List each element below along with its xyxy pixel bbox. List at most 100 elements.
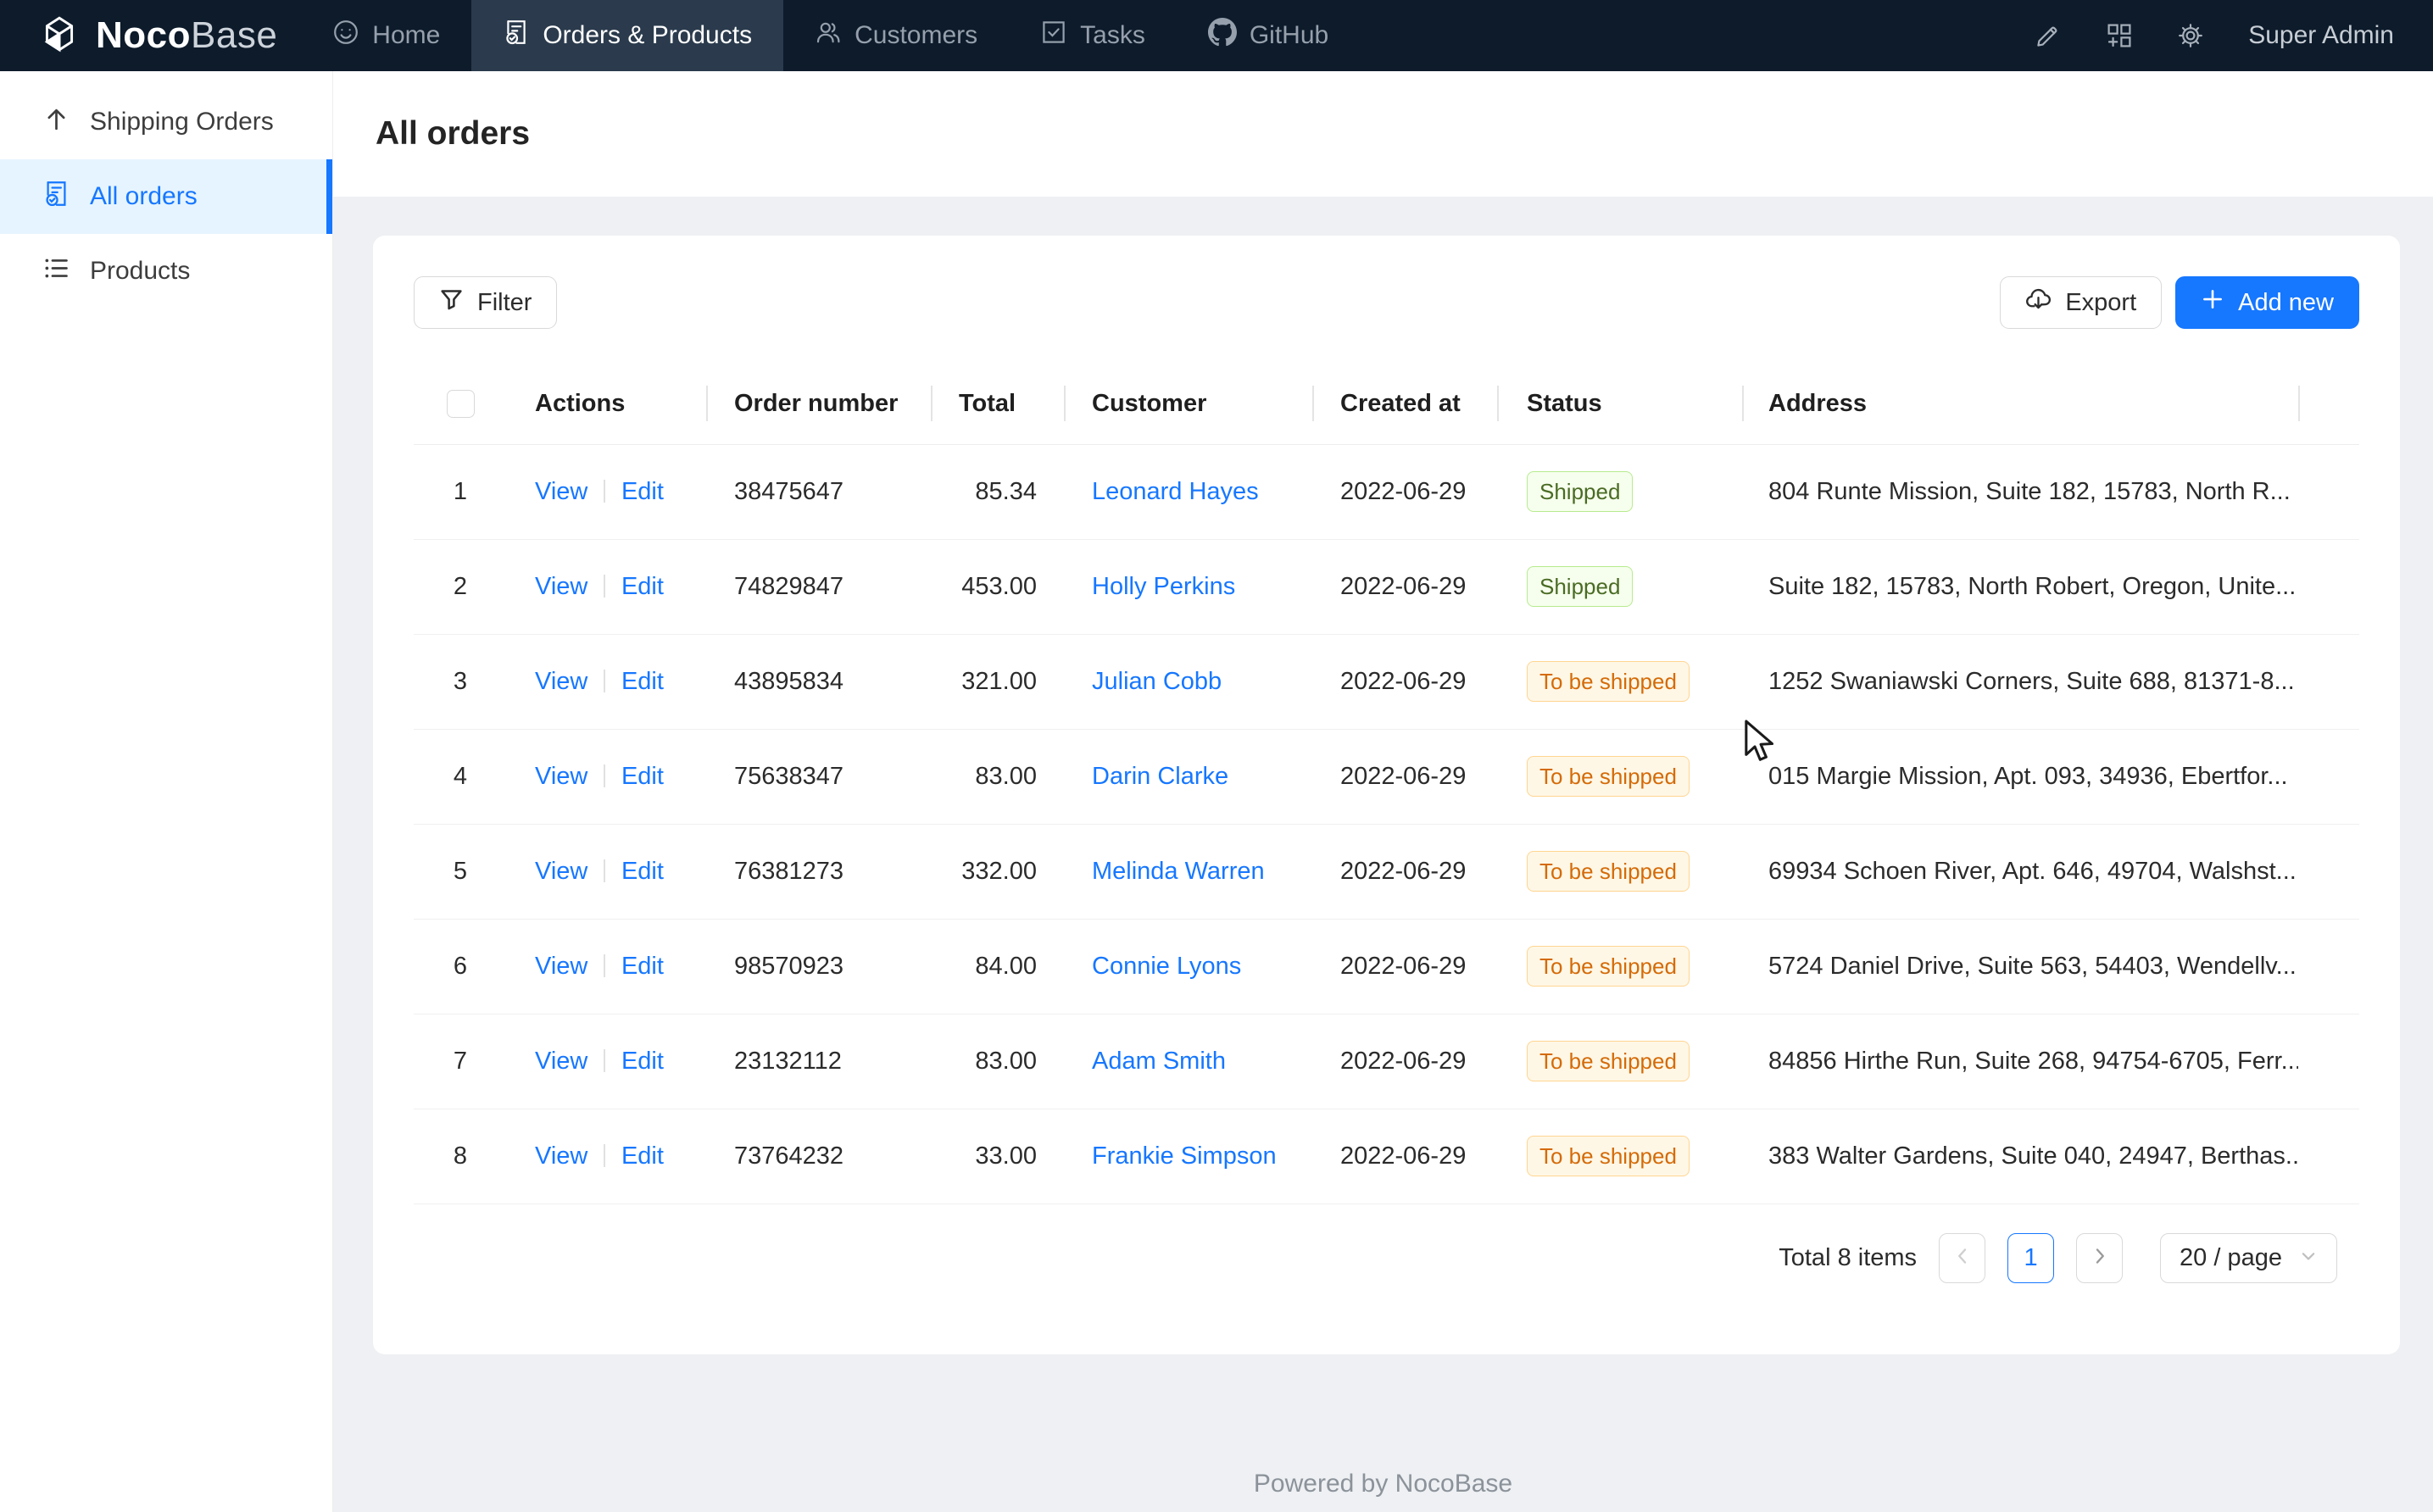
pagination-next-button[interactable] bbox=[2076, 1233, 2123, 1283]
order-number-cell: 98570923 bbox=[706, 919, 931, 1014]
appstore-add-icon[interactable] bbox=[2084, 0, 2155, 71]
customer-link[interactable]: Adam Smith bbox=[1092, 1048, 1226, 1075]
filler-cell bbox=[2298, 729, 2359, 824]
created-at-cell: 2022-06-29 bbox=[1312, 824, 1497, 919]
column-header-filler bbox=[2298, 364, 2359, 444]
edit-link[interactable]: Edit bbox=[621, 478, 664, 505]
nav-item-label: Home bbox=[372, 21, 440, 50]
orders-table: Actions Order number Total Customer Crea… bbox=[414, 364, 2359, 1204]
table-row: 4ViewEdit7563834783.00Darin Clarke2022-0… bbox=[414, 729, 2359, 824]
edit-link[interactable]: Edit bbox=[621, 668, 664, 695]
table-header-row: Actions Order number Total Customer Crea… bbox=[414, 364, 2359, 444]
export-button[interactable]: Export bbox=[2000, 276, 2162, 329]
team-icon bbox=[815, 19, 842, 53]
edit-link[interactable]: Edit bbox=[621, 1142, 664, 1170]
customer-link[interactable]: Frankie Simpson bbox=[1092, 1142, 1277, 1170]
edit-link[interactable]: Edit bbox=[621, 858, 664, 885]
order-number-cell: 75638347 bbox=[706, 729, 931, 824]
view-link[interactable]: View bbox=[535, 478, 587, 505]
top-nav: NocoBase Home Orders & Products bbox=[0, 0, 2433, 71]
gear-icon[interactable] bbox=[2155, 0, 2226, 71]
action-divider bbox=[604, 575, 605, 598]
actions-cell: View Edit bbox=[507, 919, 706, 1014]
highlighter-icon[interactable] bbox=[2013, 0, 2084, 71]
nav-item-home[interactable]: Home bbox=[301, 0, 471, 71]
powered-by-footer: Powered by NocoBase bbox=[333, 1470, 2433, 1498]
action-divider bbox=[604, 1049, 605, 1072]
filter-button[interactable]: Filter bbox=[414, 276, 557, 329]
view-link[interactable]: View bbox=[535, 573, 587, 600]
customer-link[interactable]: Melinda Warren bbox=[1092, 858, 1265, 885]
customer-cell: Connie Lyons bbox=[1064, 919, 1312, 1014]
view-link[interactable]: View bbox=[535, 668, 587, 695]
customer-cell: Frankie Simpson bbox=[1064, 1109, 1312, 1203]
sidebar-item-all-orders[interactable]: All orders bbox=[0, 159, 332, 234]
row-index: 4 bbox=[454, 763, 467, 790]
select-all-checkbox[interactable] bbox=[447, 390, 475, 418]
table-row: 6ViewEdit9857092384.00Connie Lyons2022-0… bbox=[414, 919, 2359, 1014]
order-number-cell: 76381273 bbox=[706, 824, 931, 919]
row-index: 5 bbox=[454, 858, 467, 885]
view-link[interactable]: View bbox=[535, 763, 587, 790]
customer-link[interactable]: Darin Clarke bbox=[1092, 763, 1228, 790]
table-row: 8ViewEdit7376423233.00Frankie Simpson202… bbox=[414, 1109, 2359, 1203]
address-cell: 015 Margie Mission, Apt. 093, 34936, Ebe… bbox=[1742, 729, 2298, 824]
nav-item-orders-products[interactable]: Orders & Products bbox=[471, 0, 783, 71]
user-menu[interactable]: Super Admin bbox=[2226, 21, 2394, 50]
nav-item-label: Tasks bbox=[1080, 21, 1145, 50]
total-cell: 33.00 bbox=[931, 1109, 1064, 1203]
nav-item-github[interactable]: GitHub bbox=[1177, 0, 1360, 71]
view-link[interactable]: View bbox=[535, 1142, 587, 1170]
nav-item-tasks[interactable]: Tasks bbox=[1009, 0, 1177, 71]
edit-link[interactable]: Edit bbox=[621, 763, 664, 790]
edit-link[interactable]: Edit bbox=[621, 573, 664, 600]
order-number-cell: 23132112 bbox=[706, 1014, 931, 1109]
column-header-customer: Customer bbox=[1064, 364, 1312, 444]
check-square-icon bbox=[1040, 19, 1067, 53]
customer-cell: Holly Perkins bbox=[1064, 539, 1312, 634]
row-index-cell: 2 bbox=[414, 539, 507, 634]
customer-link[interactable]: Holly Perkins bbox=[1092, 573, 1235, 600]
address-cell: 84856 Hirthe Run, Suite 268, 94754-6705,… bbox=[1742, 1014, 2298, 1109]
filler-cell bbox=[2298, 919, 2359, 1014]
sidebar-item-shipping-orders[interactable]: Shipping Orders bbox=[0, 85, 332, 159]
address-cell: 804 Runte Mission, Suite 182, 15783, Nor… bbox=[1742, 444, 2298, 539]
customer-link[interactable]: Julian Cobb bbox=[1092, 668, 1222, 695]
status-cell: To be shipped bbox=[1497, 634, 1742, 729]
created-at-cell: 2022-06-29 bbox=[1312, 539, 1497, 634]
customer-link[interactable]: Connie Lyons bbox=[1092, 953, 1241, 980]
column-header-order-number: Order number bbox=[706, 364, 931, 444]
content-area: Filter Export bbox=[333, 197, 2433, 1354]
sidebar-item-products[interactable]: Products bbox=[0, 234, 332, 309]
pagination-page-1[interactable]: 1 bbox=[2007, 1233, 2054, 1283]
edit-link[interactable]: Edit bbox=[621, 1048, 664, 1075]
created-at-cell: 2022-06-29 bbox=[1312, 1109, 1497, 1203]
filler-cell bbox=[2298, 824, 2359, 919]
address-cell: Suite 182, 15783, North Robert, Oregon, … bbox=[1742, 539, 2298, 634]
filler-cell bbox=[2298, 634, 2359, 729]
page-size-select[interactable]: 20 / page bbox=[2160, 1233, 2337, 1283]
nocobase-logo[interactable]: NocoBase bbox=[38, 13, 277, 59]
order-number-cell: 73764232 bbox=[706, 1109, 931, 1203]
plus-icon bbox=[2201, 287, 2224, 318]
chevron-right-icon bbox=[2090, 1246, 2110, 1270]
pagination-prev-button[interactable] bbox=[1939, 1233, 1985, 1283]
actions-cell: View Edit bbox=[507, 729, 706, 824]
total-cell: 85.34 bbox=[931, 444, 1064, 539]
logo-text: NocoBase bbox=[96, 14, 277, 57]
table-row: 1ViewEdit3847564785.34Leonard Hayes2022-… bbox=[414, 444, 2359, 539]
edit-link[interactable]: Edit bbox=[621, 953, 664, 980]
view-link[interactable]: View bbox=[535, 1048, 587, 1075]
view-link[interactable]: View bbox=[535, 858, 587, 885]
created-at-cell: 2022-06-29 bbox=[1312, 444, 1497, 539]
total-cell: 83.00 bbox=[931, 729, 1064, 824]
nav-item-customers[interactable]: Customers bbox=[783, 0, 1009, 71]
nav-item-label: Customers bbox=[855, 21, 977, 50]
page-header: All orders bbox=[333, 71, 2433, 197]
sidebar-item-label: Shipping Orders bbox=[90, 108, 274, 136]
address-cell: 5724 Daniel Drive, Suite 563, 54403, Wen… bbox=[1742, 919, 2298, 1014]
add-new-button[interactable]: Add new bbox=[2175, 276, 2359, 329]
view-link[interactable]: View bbox=[535, 953, 587, 980]
customer-link[interactable]: Leonard Hayes bbox=[1092, 478, 1259, 505]
cube-logo-icon bbox=[38, 13, 81, 59]
